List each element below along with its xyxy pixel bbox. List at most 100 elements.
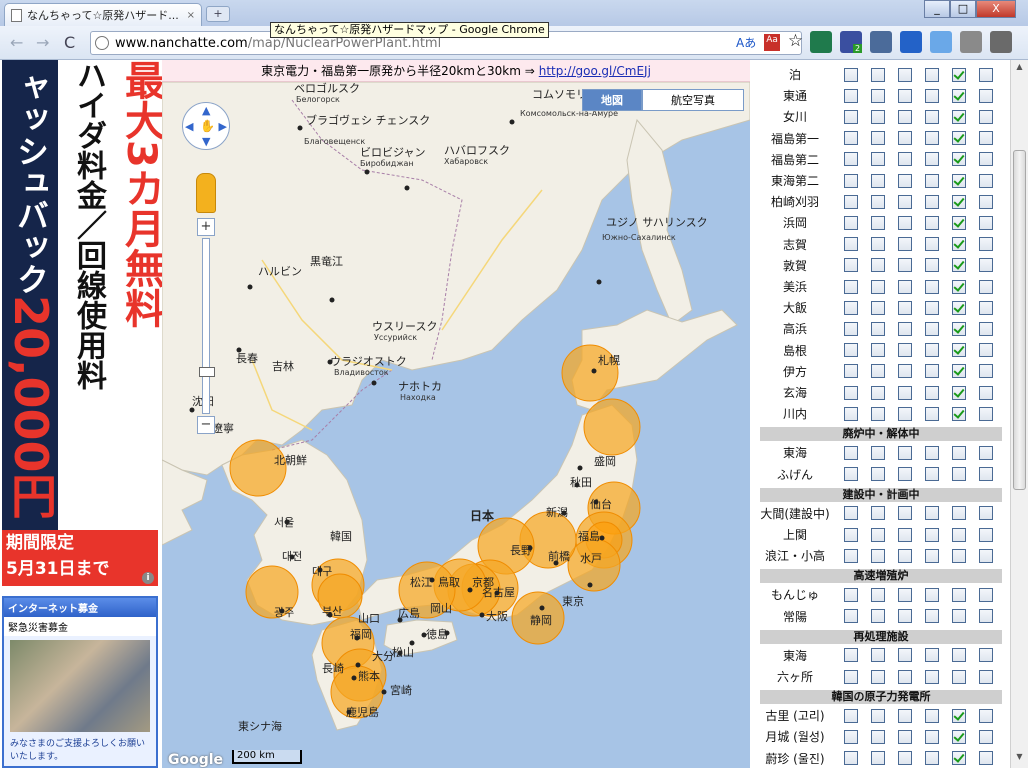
plant-checkbox[interactable] [898,364,912,379]
plant-checkbox[interactable] [871,527,885,542]
map-type-map-button[interactable]: 地図 [582,89,642,111]
plant-checkbox[interactable] [952,321,966,336]
plant-checkbox[interactable] [952,648,966,663]
plant-checkbox[interactable] [952,385,966,400]
scroll-up-icon[interactable]: ▲ [1013,62,1026,76]
plant-checkbox[interactable] [925,300,939,315]
maximize-button[interactable]: □ [950,0,976,18]
plant-checkbox[interactable] [871,131,885,146]
extension-download-icon[interactable] [900,31,922,53]
plant-checkbox[interactable] [925,321,939,336]
plant-checkbox[interactable] [871,548,885,563]
pan-down-icon[interactable]: ▼ [202,135,210,148]
plant-checkbox[interactable] [925,152,939,167]
plant-checkbox[interactable] [871,67,885,82]
scrollbar-thumb[interactable] [1013,150,1026,490]
extension-bird-icon[interactable] [930,31,952,53]
plant-checkbox[interactable] [898,506,912,521]
plant-checkbox[interactable] [898,279,912,294]
plant-checkbox[interactable] [925,109,939,124]
extension-translate-icon[interactable] [810,31,832,53]
plant-checkbox[interactable] [979,67,993,82]
plant-checkbox[interactable] [979,364,993,379]
plant-checkbox[interactable] [925,131,939,146]
zoom-in-button[interactable]: + [197,218,215,236]
plant-checkbox[interactable] [844,648,858,663]
google-logo[interactable]: Google [168,752,223,768]
plant-checkbox[interactable] [898,215,912,230]
plant-checkbox[interactable] [925,67,939,82]
plant-checkbox[interactable] [844,88,858,103]
plant-checkbox[interactable] [952,506,966,521]
plant-checkbox[interactable] [925,527,939,542]
plant-checkbox[interactable] [952,300,966,315]
zoom-out-button[interactable]: − [197,416,215,434]
zoom-slider[interactable] [199,238,215,414]
plant-checkbox[interactable] [952,258,966,273]
plant-checkbox[interactable] [979,88,993,103]
plant-checkbox[interactable] [898,751,912,766]
plant-checkbox[interactable] [898,467,912,482]
plant-checkbox[interactable] [871,445,885,460]
plant-checkbox[interactable] [925,548,939,563]
plant-checkbox[interactable] [979,708,993,723]
plant-checkbox[interactable] [898,258,912,273]
plant-checkbox[interactable] [844,385,858,400]
plant-checkbox[interactable] [871,506,885,521]
plant-checkbox[interactable] [979,173,993,188]
plant-checkbox[interactable] [952,215,966,230]
plant-checkbox[interactable] [952,729,966,744]
plant-checkbox[interactable] [844,343,858,358]
pdf-icon[interactable]: Aa [764,34,780,51]
plant-checkbox[interactable] [844,321,858,336]
plant-checkbox[interactable] [898,152,912,167]
bookmark-star-icon[interactable]: ☆ [788,33,803,51]
wrench-icon[interactable] [990,31,1012,53]
plant-checkbox[interactable] [925,343,939,358]
plant-checkbox[interactable] [925,506,939,521]
plant-checkbox[interactable] [952,88,966,103]
plant-checkbox[interactable] [871,609,885,624]
plant-checkbox[interactable] [844,548,858,563]
left-advertisement[interactable]: ャッシュバック20,000円 ハイダ料金／回線使用料 最大3カ月無料 期間限定 … [0,60,164,768]
plant-checkbox[interactable] [925,88,939,103]
plant-checkbox[interactable] [898,648,912,663]
plant-checkbox[interactable] [871,708,885,723]
plant-checkbox[interactable] [871,258,885,273]
plant-checkbox[interactable] [979,467,993,482]
new-tab-button[interactable]: + [206,6,230,22]
plant-checkbox[interactable] [844,751,858,766]
plant-checkbox[interactable] [979,527,993,542]
plant-checkbox[interactable] [952,109,966,124]
translate-icon[interactable]: Aあ [736,34,756,51]
reload-button[interactable]: C [64,33,75,52]
plant-checkbox[interactable] [898,173,912,188]
map-area[interactable]: 東京電力・福島第一原発から半径20kmと30km ⇒ http://goo.gl… [162,60,750,768]
plant-checkbox[interactable] [844,669,858,684]
plant-checkbox[interactable] [871,587,885,602]
plant-checkbox[interactable] [925,587,939,602]
plant-checkbox[interactable] [925,751,939,766]
plant-checkbox[interactable] [979,506,993,521]
plant-checkbox[interactable] [925,173,939,188]
plant-checkbox[interactable] [979,609,993,624]
close-window-button[interactable]: X [976,0,1016,18]
extension-mail-icon[interactable] [960,31,982,53]
plant-checkbox[interactable] [898,300,912,315]
plant-checkbox[interactable] [979,152,993,167]
plant-checkbox[interactable] [952,467,966,482]
plant-checkbox[interactable] [952,364,966,379]
map-canvas[interactable]: ベロゴルスク Белогорск ブラゴヴェシ チェンスク Благовещен… [162,60,750,768]
cashback-ad[interactable]: ャッシュバック20,000円 ハイダ料金／回線使用料 最大3カ月無料 期間限定 … [0,60,164,590]
zoom-control[interactable]: + − [197,218,215,436]
plant-checkbox[interactable] [898,237,912,252]
plant-checkbox[interactable] [898,67,912,82]
pan-right-icon[interactable]: ▶ [219,120,227,133]
plant-checkbox[interactable] [844,300,858,315]
plant-checkbox[interactable] [898,669,912,684]
plant-checkbox[interactable] [898,88,912,103]
plant-checkbox[interactable] [898,131,912,146]
plant-checkbox[interactable] [844,279,858,294]
plant-checkbox[interactable] [844,729,858,744]
plant-checkbox[interactable] [898,708,912,723]
